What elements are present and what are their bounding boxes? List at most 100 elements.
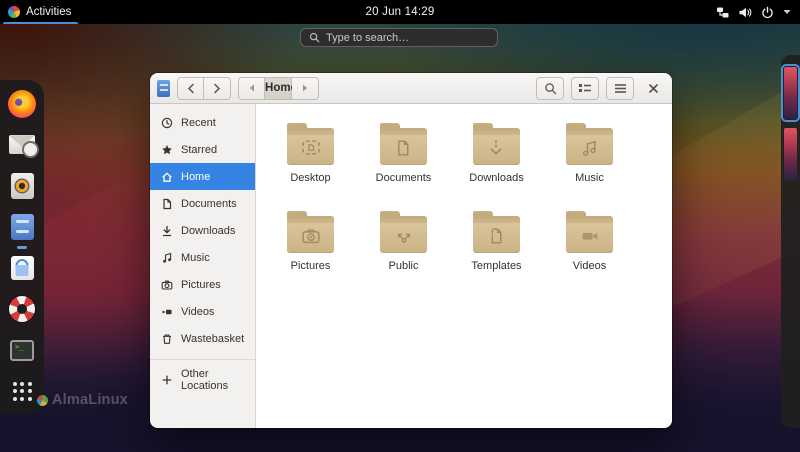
close-icon	[648, 83, 659, 94]
search-placeholder: Type to search…	[326, 32, 409, 44]
folder-icon	[380, 216, 427, 253]
path-scroll-left-button[interactable]	[238, 77, 265, 100]
workspace-switcher	[781, 55, 800, 428]
sidebar-item-pictures[interactable]: Pictures	[150, 271, 255, 298]
videos-emblem-icon	[579, 227, 600, 245]
sidebar-label: Other Locations	[181, 368, 244, 392]
files-app-icon	[157, 80, 170, 97]
triangle-right-icon	[302, 84, 308, 92]
close-button[interactable]	[641, 76, 665, 100]
terminal-icon[interactable]: >_	[7, 336, 37, 365]
help-icon[interactable]	[7, 295, 37, 324]
files-icon[interactable]	[7, 212, 37, 241]
desktop-screen: Activities 20 Jun 14:29	[0, 0, 800, 452]
almalinux-logo-icon	[8, 6, 20, 18]
folder-item-music[interactable]: Music	[566, 116, 613, 204]
sidebar-item-other-locations[interactable]: Other Locations	[150, 366, 255, 393]
volume-icon	[738, 6, 752, 19]
sidebar-label: Home	[181, 171, 210, 183]
folder-grid: Desktop Documents	[264, 116, 672, 292]
sidebar-label: Videos	[181, 306, 214, 318]
chevron-right-icon	[213, 83, 221, 94]
folder-icon	[287, 128, 334, 165]
power-icon	[761, 6, 774, 19]
sidebar-item-starred[interactable]: Starred	[150, 136, 255, 163]
software-icon[interactable]	[7, 254, 37, 283]
folder-item-documents[interactable]: Documents	[376, 116, 432, 204]
sidebar-label: Recent	[181, 117, 216, 129]
sidebar-item-music[interactable]: Music	[150, 244, 255, 271]
header-bar: Home	[150, 73, 672, 104]
folder-item-public[interactable]: Public	[380, 204, 427, 292]
menu-button[interactable]	[606, 77, 634, 100]
folder-item-templates[interactable]: Templates	[471, 204, 521, 292]
sidebar-label: Downloads	[181, 225, 235, 237]
sidebar-label: Pictures	[181, 279, 221, 291]
system-tray[interactable]	[716, 0, 800, 24]
path-home-button[interactable]: Home	[265, 77, 292, 100]
folder-icon	[473, 216, 520, 253]
sidebar-separator	[150, 359, 255, 360]
file-browser-content: Desktop Documents	[256, 104, 672, 428]
pictures-emblem-icon	[300, 227, 321, 245]
window-body: Recent Starred Home Documents	[150, 104, 672, 428]
magnifier-icon	[544, 82, 557, 95]
workspace-thumbnail-2[interactable]	[784, 128, 797, 180]
history-nav	[177, 77, 231, 100]
folder-item-videos[interactable]: Videos	[566, 204, 613, 292]
folder-item-downloads[interactable]: Downloads	[469, 116, 523, 204]
clock-icon	[161, 117, 173, 129]
search-button[interactable]	[536, 77, 564, 100]
chevron-left-icon	[187, 83, 195, 94]
folder-name: Templates	[471, 260, 521, 272]
folder-icon	[473, 128, 520, 165]
activities-button[interactable]: Activities	[0, 0, 81, 24]
sidebar-item-downloads[interactable]: Downloads	[150, 217, 255, 244]
sidebar-label: Documents	[181, 198, 237, 210]
path-scroll-right-button[interactable]	[292, 77, 319, 100]
folder-icon	[287, 216, 334, 253]
places-sidebar: Recent Starred Home Documents	[150, 104, 256, 428]
list-view-icon	[578, 82, 592, 94]
rhythmbox-icon[interactable]	[7, 171, 37, 200]
documents-emblem-icon	[393, 139, 414, 157]
sidebar-item-recent[interactable]: Recent	[150, 109, 255, 136]
star-icon	[161, 144, 173, 156]
evolution-mail-icon[interactable]	[7, 130, 37, 159]
sidebar-item-home[interactable]: Home	[150, 163, 255, 190]
sidebar-item-videos[interactable]: Videos	[150, 298, 255, 325]
folder-name: Public	[389, 260, 419, 272]
network-wired-icon	[716, 6, 729, 19]
search-icon	[309, 32, 320, 43]
folder-item-desktop[interactable]: Desktop	[287, 116, 334, 204]
clock[interactable]: 20 Jun 14:29	[366, 6, 435, 18]
folder-name: Pictures	[291, 260, 331, 272]
app-grid-icon[interactable]	[7, 377, 37, 406]
view-toggle-button[interactable]	[571, 77, 599, 100]
sidebar-item-documents[interactable]: Documents	[150, 190, 255, 217]
files-window: Home	[150, 73, 672, 428]
back-button[interactable]	[177, 77, 204, 100]
watermark-text: AlmaLinux	[52, 392, 128, 408]
folder-item-pictures[interactable]: Pictures	[287, 204, 334, 292]
download-icon	[161, 225, 173, 237]
folder-name: Desktop	[290, 172, 330, 184]
top-bar: Activities 20 Jun 14:29	[0, 0, 800, 24]
sidebar-label: Starred	[181, 144, 217, 156]
folder-icon	[566, 216, 613, 253]
camera-icon	[161, 279, 173, 291]
music-emblem-icon	[579, 139, 600, 157]
search-input[interactable]: Type to search…	[300, 28, 498, 47]
hamburger-icon	[614, 83, 627, 94]
folder-name: Documents	[376, 172, 432, 184]
folder-icon	[566, 128, 613, 165]
sidebar-item-wastebasket[interactable]: Wastebasket	[150, 325, 255, 352]
templates-emblem-icon	[486, 227, 507, 245]
music-note-icon	[161, 252, 173, 264]
almalinux-logo-icon	[37, 395, 48, 406]
workspace-thumbnail-1[interactable]	[784, 67, 797, 119]
forward-button[interactable]	[204, 77, 231, 100]
public-emblem-icon	[393, 227, 414, 245]
firefox-icon[interactable]	[7, 89, 37, 118]
dash-dock: >_	[0, 80, 44, 414]
